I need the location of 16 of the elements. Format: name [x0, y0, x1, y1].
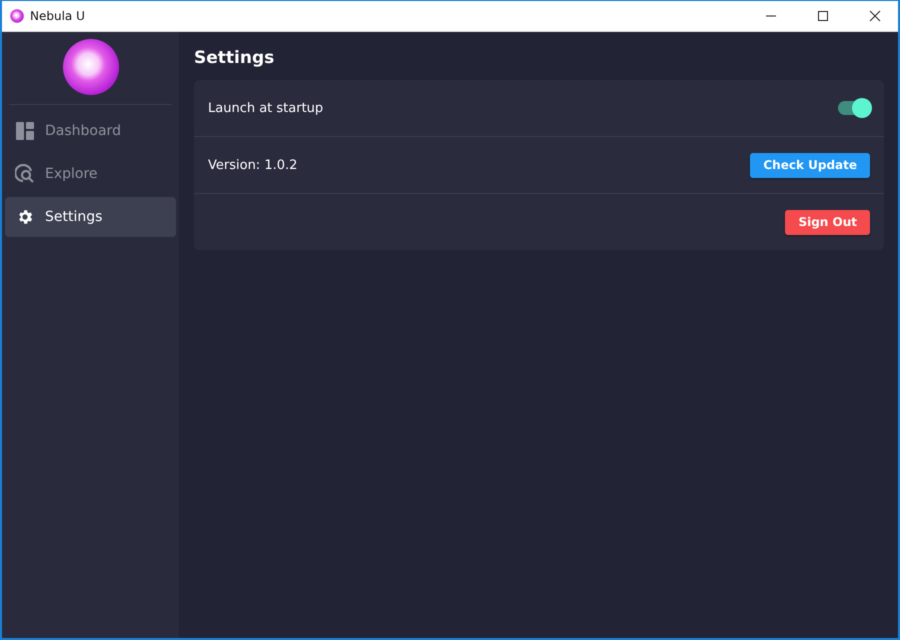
page-title: Settings: [194, 48, 276, 68]
maximize-icon: [817, 10, 829, 22]
dashboard-icon: [16, 122, 34, 140]
nebula-logo-icon: [62, 38, 120, 96]
toggle-switch[interactable]: [838, 101, 870, 115]
sign-out-button[interactable]: Sign Out: [785, 210, 870, 234]
close-icon: [869, 10, 881, 22]
window-title: Nebula U: [30, 9, 86, 23]
sidebar-item[interactable]: Explore: [5, 154, 176, 194]
sidebar-item[interactable]: Settings: [5, 197, 176, 237]
app-logo-icon: [10, 9, 24, 23]
setting-label: Launch at startup: [208, 100, 324, 116]
magnifier-globe-icon: [15, 164, 35, 184]
update-button[interactable]: Check Update: [750, 152, 870, 178]
setting-label: Version: 1.0.2: [208, 158, 298, 172]
sidebar-item[interactable]: Dashboard: [5, 111, 176, 151]
